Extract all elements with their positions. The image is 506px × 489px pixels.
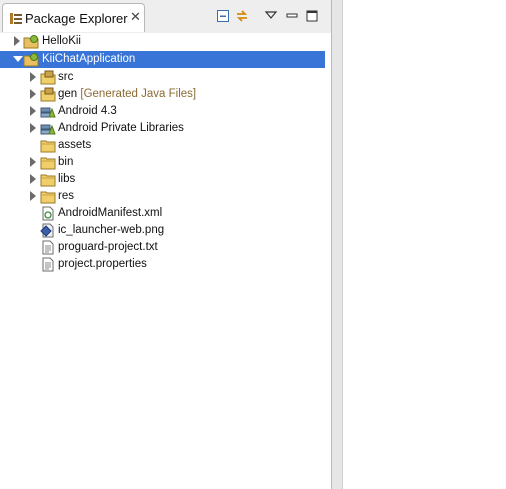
tree-item-src[interactable]: src <box>0 69 325 86</box>
editor-area <box>342 0 506 489</box>
tab-package-explorer[interactable]: Package Explorer ✕ <box>2 3 145 32</box>
tree-item-android-4-3[interactable]: Android 4.3 <box>0 103 325 120</box>
tree-item-android-private-libraries[interactable]: Android Private Libraries <box>0 120 325 137</box>
source-folder-icon <box>40 70 56 85</box>
folder-icon <box>40 174 56 187</box>
android-project-icon <box>23 53 39 67</box>
tree-item-label: src <box>58 71 74 83</box>
xml-file-icon <box>42 206 54 221</box>
maximize-icon[interactable] <box>305 9 319 23</box>
expand-toggle-icon[interactable] <box>30 72 36 82</box>
tree-item-label: res <box>58 190 74 202</box>
tree-item-assets[interactable]: assets <box>0 137 325 154</box>
tree-item-androidmanifest-xml[interactable]: AndroidManifest.xml <box>0 205 325 222</box>
collapse-all-icon[interactable] <box>216 9 230 23</box>
tree-item-label: proguard-project.txt <box>58 241 158 253</box>
close-icon[interactable]: ✕ <box>130 10 141 24</box>
tree-item-label: HelloKii <box>42 35 81 47</box>
expand-toggle-icon[interactable] <box>30 89 36 99</box>
text-file-icon <box>42 240 54 255</box>
link-with-editor-icon[interactable] <box>235 9 249 23</box>
tree-item-bin[interactable]: bin <box>0 154 325 171</box>
tree-item-proguard-project-txt[interactable]: proguard-project.txt <box>0 239 325 256</box>
source-folder-icon <box>40 87 56 102</box>
tree-item-gen[interactable]: gen [Generated Java Files] <box>0 86 325 103</box>
tree-item-label: project.properties <box>58 258 147 270</box>
view-menu-icon[interactable] <box>264 9 278 23</box>
tree-item-ic-launcher-web-png[interactable]: ic_launcher-web.png <box>0 222 325 239</box>
tree-item-label: Android 4.3 <box>58 105 117 117</box>
expand-toggle-icon[interactable] <box>30 123 36 133</box>
expand-toggle-icon[interactable] <box>14 36 20 46</box>
view-title: Package Explorer <box>25 11 128 26</box>
tree-item-label: KiiChatApplication <box>42 53 136 65</box>
expand-toggle-icon[interactable] <box>30 157 36 167</box>
tree-item-res[interactable]: res <box>0 188 325 205</box>
tree-item-project-properties[interactable]: project.properties <box>0 256 325 273</box>
tree-item-label: ic_launcher-web.png <box>58 224 165 236</box>
folder-icon <box>40 191 56 204</box>
expand-toggle-icon[interactable] <box>30 106 36 116</box>
tree-item-label: assets <box>58 139 92 151</box>
text-file-icon <box>42 257 54 272</box>
generated-files-decoration: [Generated Java Files] <box>80 88 197 100</box>
package-explorer-icon <box>10 13 22 24</box>
tree-item-label: AndroidManifest.xml <box>58 207 163 219</box>
folder-icon <box>40 157 56 170</box>
library-icon <box>40 124 56 135</box>
folder-icon <box>40 140 56 153</box>
image-file-icon <box>40 223 54 238</box>
package-explorer-view: Package Explorer ✕ HelloKii KiiChatAppli… <box>0 0 332 489</box>
expand-toggle-icon[interactable] <box>30 191 36 201</box>
collapse-toggle-icon[interactable] <box>13 56 23 62</box>
tree-item-hellokii[interactable]: HelloKii <box>0 33 325 50</box>
tree-item-label: bin <box>58 156 74 168</box>
minimize-icon[interactable] <box>285 9 299 23</box>
library-icon <box>40 107 56 118</box>
tree-item-libs[interactable]: libs <box>0 171 325 188</box>
android-project-icon <box>23 35 39 49</box>
view-tab-bar: Package Explorer ✕ <box>0 0 331 33</box>
tree-item-label: Android Private Libraries <box>58 122 184 134</box>
tree-item-label: gen [Generated Java Files] <box>58 88 197 100</box>
project-tree[interactable]: HelloKii KiiChatApplication src gen [Gen… <box>0 33 331 489</box>
expand-toggle-icon[interactable] <box>30 174 36 184</box>
tree-item-kiichatapplication[interactable]: KiiChatApplication <box>0 51 325 68</box>
tree-item-label: libs <box>58 173 76 185</box>
